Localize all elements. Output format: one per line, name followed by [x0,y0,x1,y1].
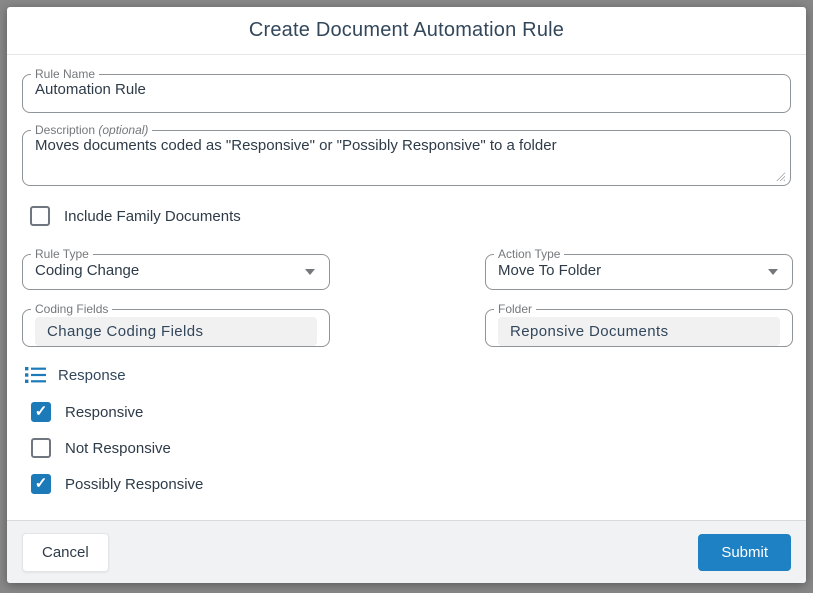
include-family-checkbox-row[interactable]: ✓ Include Family Documents [30,206,241,226]
action-type-value: Move To Folder [498,262,601,279]
rule-type-label: Rule Type [31,248,93,260]
dialog-footer: Cancel Submit [7,520,806,583]
dialog-header: Create Document Automation Rule [7,7,806,55]
not-responsive-checkbox-row[interactable]: ✓ Not Responsive [31,438,171,458]
rule-type-select[interactable]: Coding Change [23,260,329,279]
rule-name-label: Rule Name [31,68,99,80]
check-icon: ✓ [35,404,48,419]
coding-fields-field: Coding Fields Change Coding Fields [22,303,330,347]
list-icon [25,366,46,384]
dialog-title: Create Document Automation Rule [249,19,564,42]
coding-fields-label: Coding Fields [31,303,112,315]
description-field: Description (optional) Moves documents c… [22,124,791,186]
check-icon: ✓ [35,476,48,491]
rule-type-value: Coding Change [35,262,139,279]
change-coding-fields-button[interactable]: Change Coding Fields [35,317,317,346]
rule-name-field: Rule Name [22,68,791,113]
responsive-checkbox[interactable]: ✓ [31,402,51,422]
create-automation-rule-dialog: Create Document Automation Rule Rule Nam… [7,7,806,583]
folder-label: Folder [494,303,536,315]
dialog-body: Rule Name Description (optional) Moves d… [7,56,806,520]
responsive-label: Responsive [65,404,143,421]
include-family-label: Include Family Documents [64,208,241,225]
rule-type-field: Rule Type Coding Change [22,248,330,290]
chevron-down-icon [768,269,778,275]
not-responsive-label: Not Responsive [65,440,171,457]
response-section-header: Response [25,366,126,384]
submit-button[interactable]: Submit [698,534,791,571]
resize-grip-icon[interactable] [776,172,785,181]
folder-field: Folder Reponsive Documents [485,303,793,347]
responsive-checkbox-row[interactable]: ✓ Responsive [31,402,143,422]
possibly-responsive-checkbox-row[interactable]: ✓ Possibly Responsive [31,474,203,494]
action-type-select[interactable]: Move To Folder [486,260,792,279]
chevron-down-icon [305,269,315,275]
possibly-responsive-label: Possibly Responsive [65,476,203,493]
description-label: Description (optional) [31,124,152,136]
folder-value-button[interactable]: Reponsive Documents [498,317,780,346]
rule-name-input[interactable] [35,81,778,98]
response-section-title: Response [58,367,126,384]
action-type-field: Action Type Move To Folder [485,248,793,290]
possibly-responsive-checkbox[interactable]: ✓ [31,474,51,494]
include-family-checkbox[interactable]: ✓ [30,206,50,226]
action-type-label: Action Type [494,248,564,260]
not-responsive-checkbox[interactable]: ✓ [31,438,51,458]
description-textarea[interactable]: Moves documents coded as "Responsive" or… [35,136,778,174]
cancel-button[interactable]: Cancel [22,533,109,572]
